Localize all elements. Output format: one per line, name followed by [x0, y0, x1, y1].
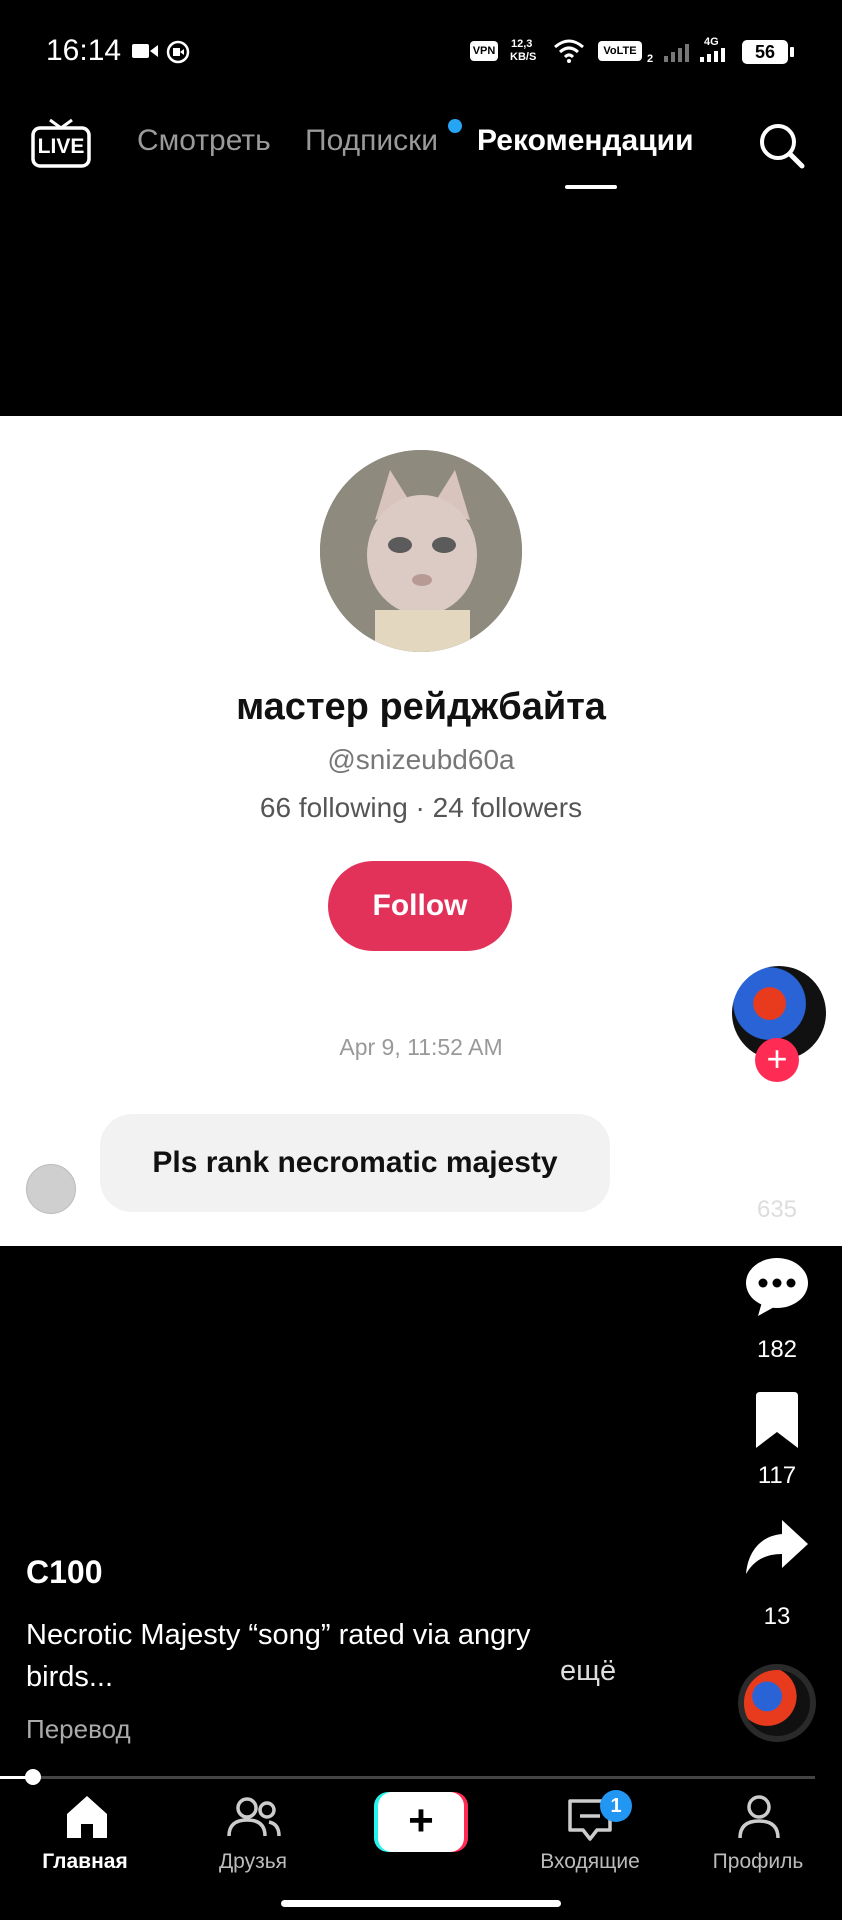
share-icon[interactable] [746, 1520, 808, 1574]
profile-avatar [320, 450, 522, 652]
live-button[interactable]: LIVE [30, 118, 92, 168]
wifi-icon [554, 39, 584, 63]
video-camera-icon [132, 44, 158, 58]
profile-card: мастер рейджбайта @snizeubd60a 66 follow… [0, 416, 842, 1246]
tab-recommendations[interactable]: Рекомендации [477, 124, 694, 158]
inbox-badge: 1 [600, 1790, 632, 1822]
plus-icon: + [378, 1792, 464, 1852]
bookmark-count: 117 [757, 1462, 797, 1489]
like-icon[interactable] [744, 1124, 810, 1184]
share-count: 13 [763, 1603, 791, 1630]
follow-button[interactable]: Follow [328, 861, 512, 951]
profile-icon [738, 1795, 780, 1839]
nav-inbox-label: Входящие [540, 1850, 640, 1873]
signal-icon-2 [700, 48, 725, 62]
net-speed-unit: KB/S [510, 51, 537, 63]
signal-icon-1 [664, 44, 689, 62]
home-icon [67, 1796, 107, 1838]
home-indicator[interactable] [281, 1900, 561, 1907]
search-icon[interactable] [758, 122, 806, 170]
tab-subscriptions[interactable]: Подписки [305, 124, 438, 158]
volte-badge: VoLTE [598, 41, 642, 61]
nav-friends-label: Друзья [218, 1850, 288, 1873]
comment-icon[interactable] [744, 1256, 810, 1316]
plus-icon: + [766, 1038, 788, 1079]
live-label: LIVE [37, 135, 85, 158]
progress-track[interactable] [0, 1776, 815, 1779]
video-author[interactable]: C100 [26, 1554, 103, 1591]
net-speed-value: 12,3 [511, 38, 533, 50]
nav-profile-label: Профиль [712, 1850, 804, 1873]
tab-watch[interactable]: Смотреть [137, 124, 271, 158]
nav-home-label: Главная [42, 1850, 128, 1873]
like-count: 635 [756, 1196, 798, 1223]
volte-sub: 2 [647, 53, 654, 65]
battery-indicator: 56 [742, 40, 788, 64]
vpn-badge: VPN [470, 41, 498, 61]
subscriptions-dot [448, 119, 462, 133]
screen-record-icon [166, 40, 190, 64]
progress-handle[interactable] [24, 1769, 41, 1785]
translate-button[interactable]: Перевод [26, 1714, 131, 1745]
comment-bubble: Pls rank necromatic majesty [100, 1114, 610, 1212]
network-type: 4G [704, 36, 719, 48]
friends-icon [227, 1797, 281, 1837]
message-date: Apr 9, 11:52 AM [339, 1034, 503, 1060]
status-time: 16:14 [46, 34, 122, 67]
comment-avatar [26, 1164, 76, 1214]
comment-count: 182 [756, 1336, 798, 1363]
cat-photo [320, 450, 522, 652]
video-description: Necrotic Majesty “song” rated via angry … [26, 1619, 531, 1693]
profile-stats: 66 following · 24 followers [259, 792, 583, 823]
music-disc[interactable] [738, 1664, 816, 1742]
create-button[interactable]: + [374, 1792, 468, 1852]
battery-tip [790, 47, 794, 57]
active-tab-indicator [565, 185, 617, 189]
follow-plus-button[interactable]: + [755, 1038, 799, 1082]
profile-handle: @snizeubd60a [327, 744, 515, 775]
profile-name: мастер рейджбайта [236, 686, 606, 728]
bookmark-icon[interactable] [752, 1392, 802, 1448]
more-button[interactable]: ещё [560, 1655, 616, 1688]
